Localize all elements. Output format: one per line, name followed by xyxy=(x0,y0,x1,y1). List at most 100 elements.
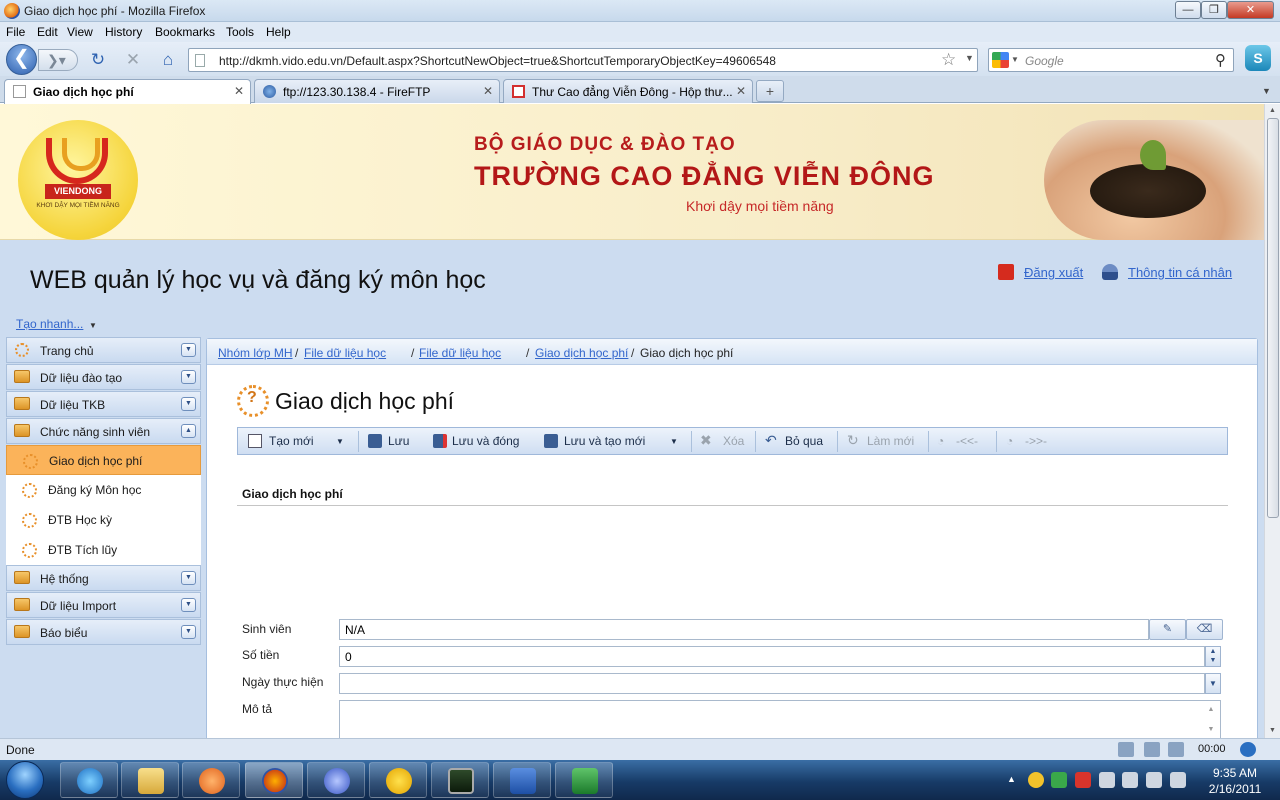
chevron-down-icon[interactable]: ▼ xyxy=(181,598,196,612)
user-icon[interactable] xyxy=(1102,264,1118,280)
start-button[interactable] xyxy=(6,761,44,799)
chevron-down-icon[interactable]: ▼ xyxy=(181,571,196,585)
chevron-down-icon[interactable]: ▼ xyxy=(181,370,196,384)
taskbar-ie[interactable] xyxy=(60,762,118,798)
url-bar[interactable]: http://dkmh.vido.edu.vn/Default.aspx?Sho… xyxy=(188,48,978,72)
volume-icon[interactable] xyxy=(1170,772,1186,788)
menu-help[interactable]: Help xyxy=(266,25,291,39)
description-field[interactable] xyxy=(339,700,1221,738)
date-dropdown-icon[interactable]: ▼ xyxy=(1205,673,1221,694)
signal-icon[interactable] xyxy=(1146,772,1162,788)
search-icon[interactable]: ⚲ xyxy=(1215,51,1226,69)
sidebar-group-timetable-data[interactable]: Dữ liệu TKB ▼ xyxy=(6,391,201,417)
save-close-button[interactable]: Lưu và đóng xyxy=(452,434,519,448)
search-bar[interactable]: ▼ Google ⚲ xyxy=(988,48,1234,72)
breadcrumb-link[interactable]: Giao dịch học phí xyxy=(535,346,628,360)
bookmark-star-icon[interactable]: ☆ xyxy=(941,50,956,70)
sidebar-item-semester-gpa[interactable]: ĐTB Học kỳ xyxy=(6,505,201,535)
save-new-button[interactable]: Lưu và tạo mới xyxy=(564,434,645,448)
taskbar-firefox[interactable] xyxy=(245,762,303,798)
page-scrollbar[interactable]: ▲ ▼ xyxy=(1264,104,1280,738)
amount-stepper[interactable]: ▲ ▼ xyxy=(1205,646,1221,667)
taskbar-media-player[interactable] xyxy=(182,762,240,798)
menu-tools[interactable]: Tools xyxy=(226,25,254,39)
taskbar-app[interactable] xyxy=(307,762,365,798)
addon-status-icon[interactable] xyxy=(1118,742,1134,757)
delete-button[interactable]: Xóa xyxy=(723,434,744,448)
antivirus-icon[interactable] xyxy=(1075,772,1091,788)
reload-icon[interactable]: ↻ xyxy=(88,50,108,70)
taskbar-word[interactable] xyxy=(493,762,551,798)
scroll-thumb[interactable] xyxy=(1267,118,1279,518)
breadcrumb-link[interactable]: File dữ liệu học xyxy=(304,346,386,360)
yahoo-tray-icon[interactable] xyxy=(1028,772,1044,788)
cancel-button[interactable]: Bỏ qua xyxy=(785,434,823,448)
sidebar-item-cumulative-gpa[interactable]: ĐTB Tích lũy xyxy=(6,535,201,565)
maximize-button[interactable]: ❐ xyxy=(1201,1,1227,19)
taskbar-explorer[interactable] xyxy=(121,762,179,798)
network-icon[interactable] xyxy=(1240,742,1256,757)
sidebar-group-training-data[interactable]: Dữ liệu đào tạo ▼ xyxy=(6,364,201,390)
logout-link[interactable]: Đăng xuất xyxy=(1024,265,1083,280)
logout-icon[interactable] xyxy=(998,264,1014,280)
scroll-up-icon[interactable]: ▲ xyxy=(1269,107,1276,114)
list-tabs-icon[interactable]: ▼ xyxy=(1262,86,1271,96)
tray-expand-icon[interactable]: ▲ xyxy=(1007,774,1023,790)
taskbar-clock[interactable]: 9:35 AM 2/16/2011 xyxy=(1200,765,1270,797)
sidebar-group-student-functions[interactable]: Chức năng sinh viên ▲ xyxy=(6,418,201,444)
sidebar-group-reports[interactable]: Báo biểu ▼ xyxy=(6,619,201,645)
next-button[interactable]: ->>- xyxy=(1025,434,1047,448)
menu-view[interactable]: View xyxy=(67,25,93,39)
chevron-down-icon[interactable]: ▼ xyxy=(181,397,196,411)
taskbar-yahoo[interactable] xyxy=(369,762,427,798)
sidebar-item-course-registration[interactable]: Đăng ký Môn học xyxy=(6,475,201,505)
chevron-down-icon[interactable]: ▼ xyxy=(181,625,196,639)
menu-bookmarks[interactable]: Bookmarks xyxy=(155,25,215,39)
close-tab-icon[interactable]: ✕ xyxy=(483,84,493,98)
date-field[interactable] xyxy=(339,673,1205,694)
previous-button[interactable]: -<<- xyxy=(956,434,978,448)
search-engine-dropdown-icon[interactable]: ▼ xyxy=(1011,55,1019,64)
breadcrumb-link[interactable]: File dữ liệu học xyxy=(419,346,501,360)
close-window-button[interactable]: ✕ xyxy=(1227,1,1274,19)
chevron-down-icon[interactable]: ▼ xyxy=(181,343,196,357)
scroll-down-icon[interactable]: ▼ xyxy=(1269,727,1276,734)
menu-history[interactable]: History xyxy=(105,25,142,39)
tab-giao-dich-hoc-phi[interactable]: Giao dịch học phí ✕ xyxy=(4,79,251,104)
save-button[interactable]: Lưu xyxy=(388,434,409,448)
refresh-button[interactable]: Làm mới xyxy=(867,434,914,448)
sidebar-group-home[interactable]: Trang chủ ▼ xyxy=(6,337,201,363)
forward-button[interactable]: ❯▾ xyxy=(38,49,78,71)
home-icon[interactable]: ⌂ xyxy=(158,50,178,70)
close-tab-icon[interactable]: ✕ xyxy=(736,84,746,98)
new-tab-button[interactable]: + xyxy=(756,80,784,102)
student-lookup-button[interactable]: ✎ xyxy=(1149,619,1186,640)
flag-icon[interactable] xyxy=(1099,772,1115,788)
info-icon[interactable] xyxy=(1144,742,1160,757)
screen-icon[interactable] xyxy=(1168,742,1184,757)
google-icon[interactable] xyxy=(992,52,1009,68)
back-button[interactable]: ❮ xyxy=(6,44,37,75)
breadcrumb-link[interactable]: Nhóm lớp MH xyxy=(218,346,293,360)
menu-edit[interactable]: Edit xyxy=(37,25,58,39)
new-button[interactable]: Tạo mới xyxy=(269,434,314,448)
url-text[interactable]: http://dkmh.vido.edu.vn/Default.aspx?Sho… xyxy=(219,54,776,68)
search-placeholder[interactable]: Google xyxy=(1025,54,1064,68)
profile-link[interactable]: Thông tin cá nhân xyxy=(1128,265,1232,280)
minimize-button[interactable]: — xyxy=(1175,1,1201,19)
chevron-up-icon[interactable]: ▲ xyxy=(181,424,196,438)
url-dropdown-icon[interactable]: ▼ xyxy=(965,53,974,63)
description-scrollbar[interactable]: ▲ ▼ xyxy=(1203,700,1219,738)
sidebar-group-import-data[interactable]: Dữ liệu Import ▼ xyxy=(6,592,201,618)
quick-create-link[interactable]: Tạo nhanh... xyxy=(16,317,83,331)
taskbar-excel[interactable] xyxy=(555,762,613,798)
safely-remove-icon[interactable] xyxy=(1122,772,1138,788)
save-new-dropdown-icon[interactable]: ▼ xyxy=(670,437,678,446)
menu-file[interactable]: File xyxy=(6,25,25,39)
sidebar-item-tuition-transaction[interactable]: Giao dịch học phí xyxy=(6,445,201,475)
tab-gmail[interactable]: Thư Cao đẳng Viễn Đông - Hộp thư... ✕ xyxy=(503,79,753,103)
student-clear-button[interactable]: ⌫ xyxy=(1186,619,1223,640)
shield-icon[interactable] xyxy=(1051,772,1067,788)
close-tab-icon[interactable]: ✕ xyxy=(234,84,244,98)
student-field[interactable]: N/A xyxy=(339,619,1149,640)
